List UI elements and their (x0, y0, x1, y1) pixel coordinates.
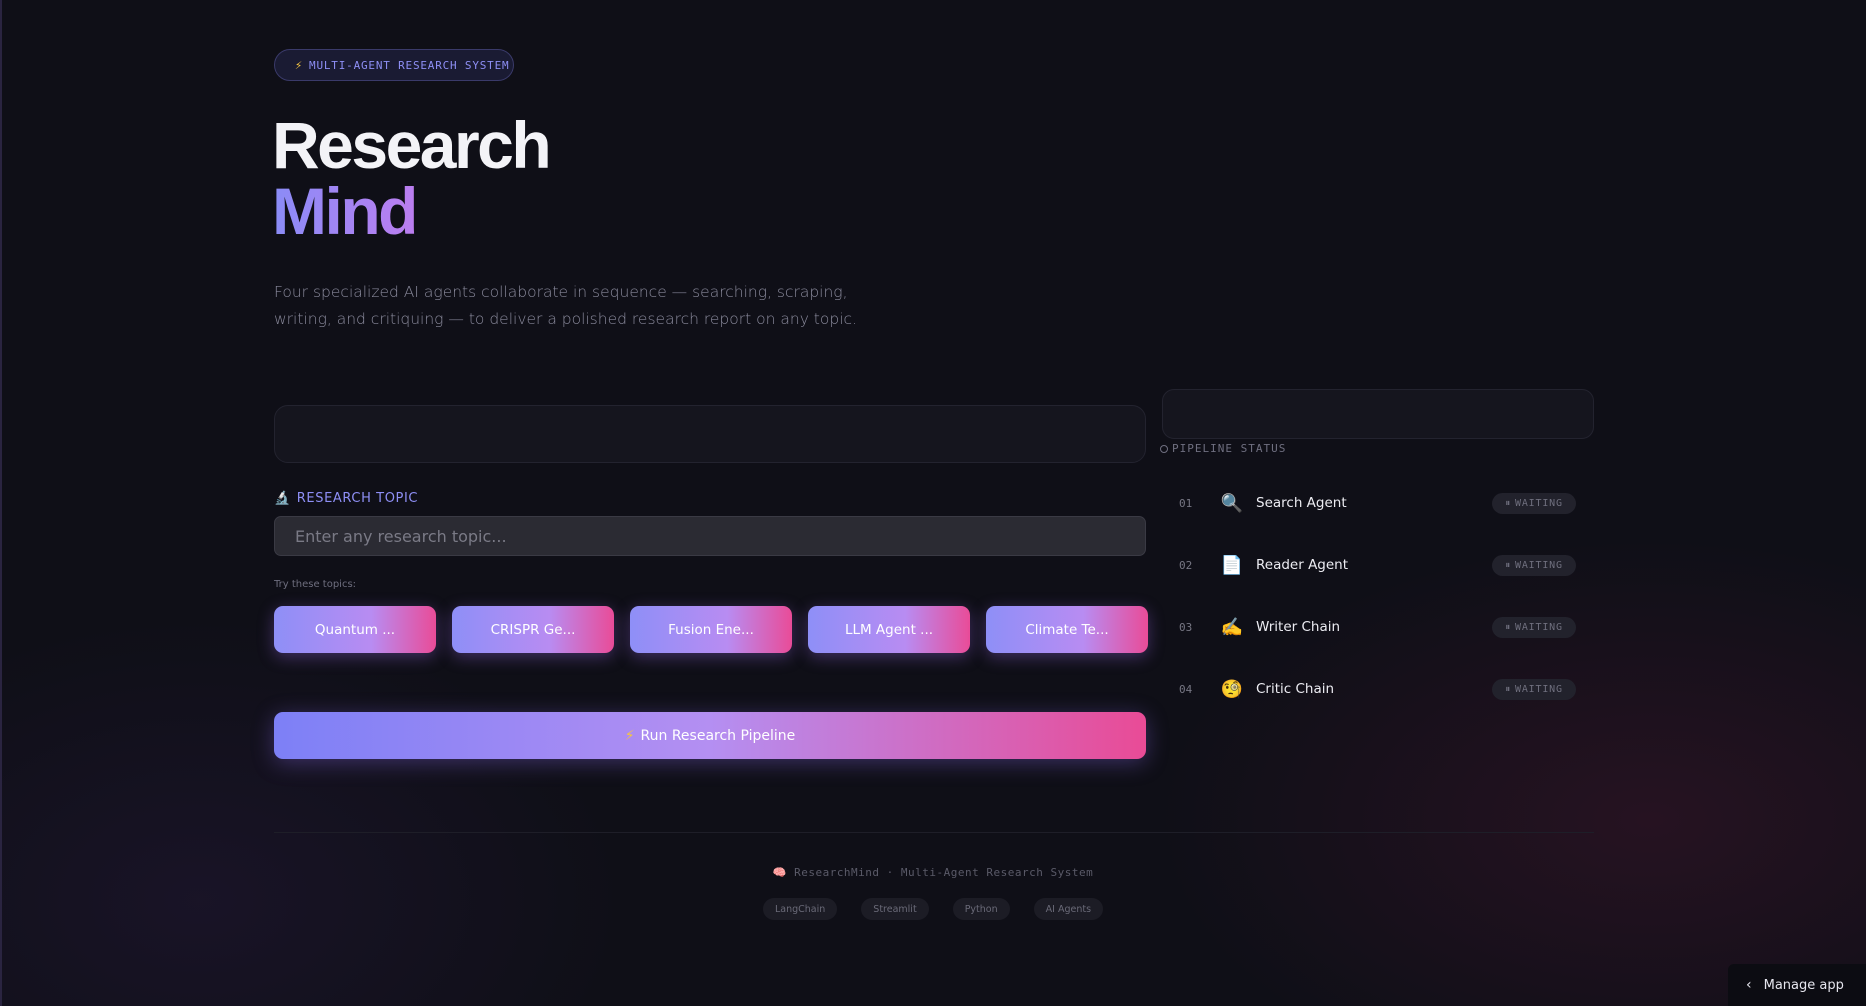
agent-row-search: 01 🔍 Search Agent ⏸ WAITING (1162, 472, 1594, 534)
status-badge: ⏸ WAITING (1492, 492, 1576, 514)
status-badge: ⏸ WAITING (1492, 554, 1576, 576)
status-text: WAITING (1515, 559, 1563, 571)
agent-name: Critic Chain (1256, 681, 1335, 697)
agent-row-critic: 04 🧐 Critic Chain ⏸ WAITING (1162, 658, 1594, 720)
topic-chip-crispr[interactable]: CRISPR Ge... (452, 606, 614, 653)
empty-panel-left (274, 405, 1146, 463)
status-badge: ⏸ WAITING (1492, 616, 1576, 638)
footer-text: 🧠 ResearchMind · Multi-Agent Research Sy… (0, 866, 1866, 879)
try-topics-label: Try these topics: (274, 579, 357, 590)
agent-number: 01 (1179, 496, 1193, 510)
agent-number: 03 (1179, 620, 1193, 634)
manage-app-label: Manage app (1763, 977, 1844, 993)
run-research-pipeline-button[interactable]: ⚡ Run Research Pipeline (274, 712, 1146, 759)
system-badge: ⚡ MULTI-AGENT RESEARCH SYSTEM (274, 49, 514, 81)
agent-name: Writer Chain (1256, 619, 1341, 635)
monocle-face-icon: 🧐 (1220, 678, 1244, 700)
pause-icon: ⏸ (1505, 683, 1512, 695)
tag-streamlit: Streamlit (861, 898, 929, 920)
chevron-left-icon: ‹ (1746, 977, 1752, 993)
page-title: Research Mind (272, 108, 552, 244)
topic-suggestions: Quantum ... CRISPR Ge... Fusion Ene... L… (274, 606, 1148, 653)
status-text: WAITING (1515, 683, 1563, 695)
tag-ai-agents: AI Agents (1033, 898, 1104, 920)
title-line-research: Research (272, 108, 552, 182)
badge-text: MULTI-AGENT RESEARCH SYSTEM (309, 58, 510, 72)
topic-chip-quantum[interactable]: Quantum ... (274, 606, 436, 653)
pipeline-agent-list: 01 🔍 Search Agent ⏸ WAITING 02 📄 Reader … (1162, 472, 1594, 720)
topic-chip-llm-agent[interactable]: LLM Agent ... (808, 606, 970, 653)
topic-chip-fusion[interactable]: Fusion Ene... (630, 606, 792, 653)
manage-app-button[interactable]: ‹ Manage app (1728, 964, 1866, 1006)
agent-number: 02 (1179, 558, 1193, 572)
left-edge-border (0, 0, 2, 1006)
writing-hand-icon: ✍️ (1220, 616, 1244, 638)
topic-chip-climate[interactable]: Climate Te... (986, 606, 1148, 653)
lightning-icon: ⚡ (295, 58, 304, 72)
run-button-label: Run Research Pipeline (640, 727, 796, 744)
agent-row-writer: 03 ✍️ Writer Chain ⏸ WAITING (1162, 596, 1594, 658)
pause-icon: ⏸ (1505, 621, 1512, 633)
status-badge: ⏸ WAITING (1492, 678, 1576, 700)
tech-tags: LangChain Streamlit Python AI Agents (0, 898, 1866, 920)
research-topic-label-text: RESEARCH TOPIC (296, 491, 419, 506)
lightning-icon: ⚡ (624, 727, 635, 744)
agent-row-reader: 02 📄 Reader Agent ⏸ WAITING (1162, 534, 1594, 596)
research-topic-label: 🔬 RESEARCH TOPIC (274, 491, 418, 506)
title-line-mind: Mind (272, 178, 549, 244)
status-text: WAITING (1515, 621, 1563, 633)
status-text: WAITING (1515, 497, 1563, 509)
agent-name: Reader Agent (1256, 557, 1349, 573)
brain-icon: 🧠 (772, 866, 787, 879)
pipeline-status-label: PIPELINE STATUS (1160, 442, 1286, 455)
tag-langchain: LangChain (762, 898, 838, 920)
document-icon: 📄 (1220, 554, 1244, 576)
pipeline-status-text: PIPELINE STATUS (1172, 442, 1287, 455)
page-description: Four specialized AI agents collaborate i… (274, 283, 857, 328)
footer-label: ResearchMind · Multi-Agent Research Syst… (794, 866, 1094, 879)
agent-name: Search Agent (1256, 495, 1347, 511)
pause-icon: ⏸ (1505, 559, 1512, 571)
pause-icon: ⏸ (1505, 497, 1512, 509)
research-topic-input[interactable] (274, 516, 1146, 556)
tag-python: Python (952, 898, 1010, 920)
microscope-icon: 🔬 (274, 491, 291, 506)
footer-divider (274, 832, 1594, 833)
agent-number: 04 (1179, 682, 1193, 696)
magnifier-icon: 🔍 (1220, 492, 1244, 514)
empty-panel-right (1162, 389, 1594, 439)
status-dot-icon (1160, 444, 1168, 453)
